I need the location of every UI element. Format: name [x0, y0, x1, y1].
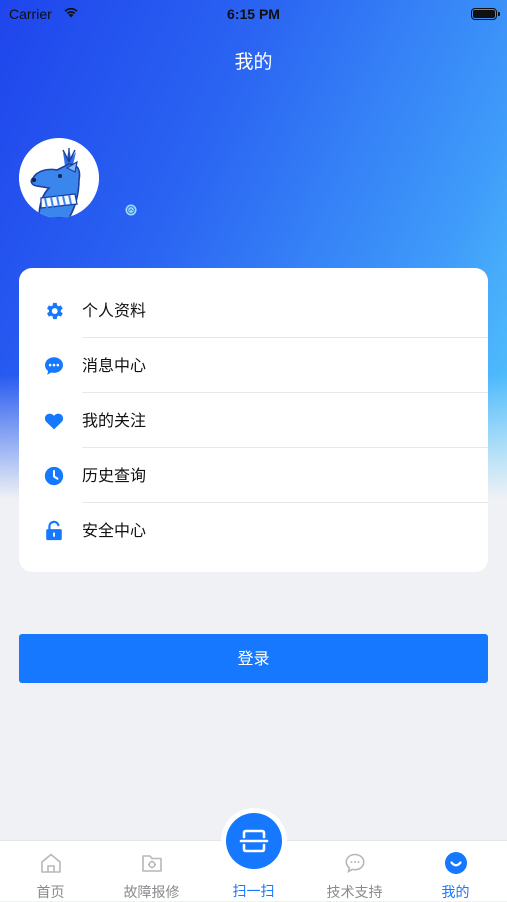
tab-home[interactable]: 首页 — [0, 841, 101, 901]
tab-mine[interactable]: 我的 — [405, 841, 506, 901]
tab-label: 技术支持 — [326, 885, 383, 901]
tab-support[interactable]: 技术支持 — [304, 841, 405, 901]
heart-icon — [43, 410, 65, 432]
chat-bubble-icon — [43, 355, 65, 377]
menu-item-label: 我的关注 — [82, 411, 147, 430]
profile-smile-icon — [444, 851, 468, 875]
lock-icon — [43, 520, 65, 542]
tab-repair[interactable]: 故障报修 — [101, 841, 202, 901]
menu-item-label: 安全中心 — [82, 521, 147, 540]
menu-card: 个人资料 消息中心 我的关注 历史查询 安全中心 — [19, 268, 488, 572]
page-title: 我的 — [234, 51, 273, 73]
home-icon — [39, 851, 63, 875]
menu-item-history[interactable]: 历史查询 — [19, 448, 488, 503]
tab-label: 首页 — [36, 885, 65, 901]
menu-item-security[interactable]: 安全中心 — [19, 503, 488, 558]
repair-folder-icon — [140, 851, 164, 875]
battery-icon — [471, 8, 500, 20]
scan-button-wrap — [221, 808, 287, 874]
gender-icon — [125, 201, 137, 216]
status-bar: Carrier 6:15 PM — [0, 0, 507, 28]
menu-item-label: 消息中心 — [82, 356, 147, 375]
menu-item-label: 个人资料 — [82, 301, 147, 320]
status-time: 6:15 PM — [227, 6, 280, 22]
scan-button[interactable] — [226, 813, 282, 869]
menu-item-label: 历史查询 — [82, 466, 147, 485]
scan-icon — [239, 829, 269, 853]
login-button[interactable]: 登录 — [19, 634, 488, 683]
menu-item-messages[interactable]: 消息中心 — [19, 338, 488, 393]
gear-icon — [43, 300, 65, 322]
tab-scan-label[interactable]: 扫一扫 — [203, 881, 304, 901]
deer-mascot-icon — [19, 138, 99, 218]
menu-item-favorites[interactable]: 我的关注 — [19, 393, 488, 448]
clock-icon — [43, 465, 65, 487]
menu-item-profile[interactable]: 个人资料 — [19, 283, 488, 338]
support-chat-icon — [343, 851, 367, 875]
tab-label: 我的 — [441, 885, 470, 901]
avatar[interactable] — [19, 138, 99, 218]
tab-label: 故障报修 — [123, 885, 180, 901]
